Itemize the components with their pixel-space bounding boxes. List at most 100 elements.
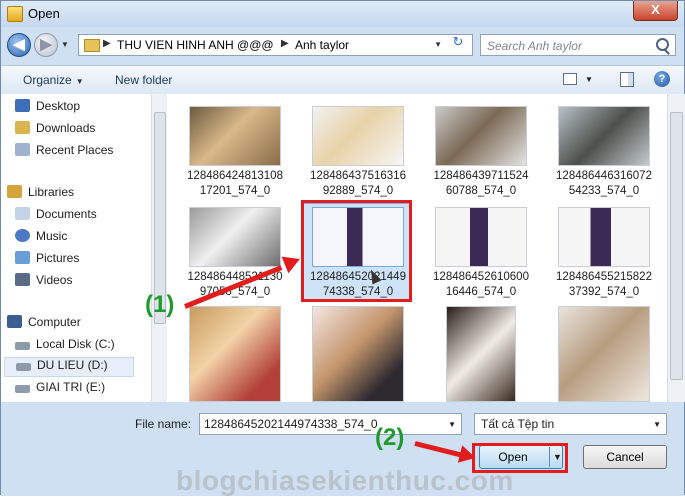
image-thumbnail bbox=[435, 106, 527, 166]
preview-pane-icon[interactable] bbox=[620, 72, 634, 87]
image-thumbnail bbox=[189, 106, 281, 166]
file-name: 128486424813108 17201_574_0 bbox=[187, 170, 283, 197]
sidebar-item-pictures[interactable]: Pictures bbox=[15, 251, 79, 269]
image-thumbnail bbox=[312, 306, 404, 402]
step-1-label: (1) bbox=[145, 291, 175, 318]
command-toolbar: Organize ▼ New folder ▼ ? bbox=[1, 65, 684, 95]
organize-button[interactable]: Organize ▼ bbox=[23, 73, 84, 87]
videos-icon bbox=[15, 273, 30, 286]
drive-icon bbox=[16, 363, 31, 371]
file-name-label: File name: bbox=[135, 417, 192, 431]
chevron-down-icon: ▼ bbox=[75, 77, 84, 86]
new-folder-button[interactable]: New folder bbox=[115, 73, 172, 87]
refresh-icon[interactable]: ↻ bbox=[450, 35, 466, 49]
sidebar-item-label: Desktop bbox=[36, 99, 81, 113]
image-thumbnail bbox=[189, 306, 281, 402]
dialog-footer: File name: 12848645202144974338_574_0 ▼ … bbox=[1, 403, 684, 496]
forward-button[interactable]: ▶ bbox=[34, 33, 58, 57]
search-placeholder: Search Anh taylor bbox=[487, 39, 582, 53]
sidebar-item-label: Music bbox=[36, 229, 68, 243]
sidebar-item-label: Videos bbox=[36, 273, 73, 287]
chevron-down-icon[interactable]: ▼ bbox=[448, 420, 456, 429]
chevron-down-icon: ▼ bbox=[653, 420, 661, 429]
sidebar-item-label: Documents bbox=[36, 207, 97, 221]
image-thumbnail bbox=[558, 106, 650, 166]
image-thumbnail bbox=[558, 207, 650, 267]
back-button[interactable]: ◀ bbox=[7, 33, 31, 57]
sidebar-item-label: Recent Places bbox=[36, 143, 114, 157]
sidebar-item-computer[interactable]: Computer bbox=[7, 315, 81, 333]
recent-pages-dropdown-icon[interactable]: ▼ bbox=[61, 40, 69, 49]
file-type-value: Tất cả Tệp tin bbox=[481, 417, 555, 431]
file-name: 128486455215822 37392_574_0 bbox=[556, 271, 652, 298]
address-bar[interactable]: ▶ THU VIEN HINH ANH @@@ ▶ Anh taylor ▼ bbox=[78, 34, 473, 56]
views-dropdown-icon[interactable]: ▼ bbox=[585, 75, 593, 84]
folder-app-icon bbox=[7, 6, 23, 22]
sidebar-item-label: DU LIEU (D:) bbox=[37, 358, 108, 372]
image-thumbnail bbox=[312, 106, 404, 166]
folder-icon bbox=[84, 39, 100, 52]
close-button[interactable]: X bbox=[633, 1, 678, 21]
drive-icon bbox=[15, 342, 30, 350]
file-name: 128486439711524 60788_574_0 bbox=[433, 170, 529, 197]
breadcrumb-item-current[interactable]: Anh taylor bbox=[295, 38, 349, 52]
recent-places-icon bbox=[15, 143, 30, 156]
sidebar-item-du-lieu-d[interactable]: DU LIEU (D:) bbox=[4, 357, 134, 377]
file-name: 128486452610600 16446_574_0 bbox=[433, 271, 529, 298]
sidebar-item-music[interactable]: Music bbox=[15, 229, 67, 247]
breadcrumb-item[interactable]: THU VIEN HINH ANH @@@ bbox=[117, 38, 274, 52]
file-name-value: 12848645202144974338_574_0 bbox=[204, 417, 378, 431]
file-list: 128486424813108 17201_574_0 1284864375163… bbox=[167, 94, 667, 402]
image-thumbnail bbox=[189, 207, 281, 267]
title-bar: Open X bbox=[1, 1, 684, 27]
cancel-button[interactable]: Cancel bbox=[583, 445, 667, 469]
sidebar-item-label: Downloads bbox=[36, 121, 96, 135]
breadcrumb-separator-icon[interactable]: ▶ bbox=[281, 38, 289, 49]
pictures-icon bbox=[15, 251, 30, 264]
file-type-select[interactable]: Tất cả Tệp tin ▼ bbox=[474, 413, 667, 435]
window-title: Open bbox=[28, 6, 60, 21]
navigation-pane-scrollbar[interactable] bbox=[151, 94, 167, 402]
highlight-box-selected-file bbox=[301, 200, 412, 302]
navigation-bar: ◀ ▶ ▼ ▶ THU VIEN HINH ANH @@@ ▶ Anh tayl… bbox=[1, 31, 684, 61]
breadcrumb-separator-icon[interactable]: ▶ bbox=[103, 38, 111, 49]
downloads-icon bbox=[15, 121, 30, 134]
computer-icon bbox=[7, 315, 22, 328]
sidebar-item-label: Libraries bbox=[28, 185, 75, 199]
image-thumbnail bbox=[558, 306, 650, 402]
image-thumbnail bbox=[435, 207, 527, 267]
sidebar-item-documents[interactable]: Documents bbox=[15, 207, 97, 225]
libraries-icon bbox=[7, 185, 22, 198]
sidebar-item-label: Local Disk (C:) bbox=[36, 337, 115, 351]
sidebar-item-label: GIAI TRI (E:) bbox=[36, 380, 106, 394]
sidebar-item-libraries[interactable]: Libraries bbox=[7, 185, 74, 203]
file-name-input[interactable]: 12848645202144974338_574_0 ▼ bbox=[199, 413, 462, 435]
sidebar-item-local-disk-c[interactable]: Local Disk (C:) bbox=[15, 337, 115, 355]
scrollbar-thumb[interactable] bbox=[670, 112, 683, 380]
open-dialog: Open X ◀ ▶ ▼ ▶ THU VIEN HINH ANH @@@ ▶ A… bbox=[0, 0, 685, 496]
sidebar-item-downloads[interactable]: Downloads bbox=[15, 121, 95, 139]
sidebar-item-label: Pictures bbox=[36, 251, 80, 265]
organize-label: Organize bbox=[23, 73, 72, 87]
views-icon[interactable] bbox=[563, 73, 577, 85]
image-thumbnail bbox=[446, 306, 516, 402]
drive-icon bbox=[15, 385, 30, 393]
sidebar-item-videos[interactable]: Videos bbox=[15, 273, 72, 291]
file-list-scrollbar[interactable] bbox=[667, 94, 685, 402]
watermark: blogchiasekienthuc.com bbox=[176, 465, 514, 496]
sidebar-item-label: Computer bbox=[28, 315, 81, 329]
navigation-pane: Desktop Downloads Recent Places Librarie… bbox=[1, 94, 152, 402]
sidebar-item-desktop[interactable]: Desktop bbox=[15, 99, 80, 117]
help-icon[interactable]: ? bbox=[654, 71, 670, 87]
search-icon[interactable] bbox=[656, 38, 669, 51]
documents-icon bbox=[15, 207, 30, 220]
desktop-icon bbox=[15, 99, 30, 112]
search-input[interactable]: Search Anh taylor bbox=[480, 34, 676, 56]
file-name: 128486446316072 54233_574_0 bbox=[556, 170, 652, 197]
address-dropdown-icon[interactable]: ▼ bbox=[434, 40, 442, 49]
sidebar-item-recent-places[interactable]: Recent Places bbox=[15, 143, 113, 161]
music-icon bbox=[15, 229, 30, 242]
sidebar-item-giai-tri-e[interactable]: GIAI TRI (E:) bbox=[15, 380, 105, 398]
file-name: 128486437516316 92889_574_0 bbox=[310, 170, 406, 197]
step-2-label: (2) bbox=[375, 424, 405, 451]
